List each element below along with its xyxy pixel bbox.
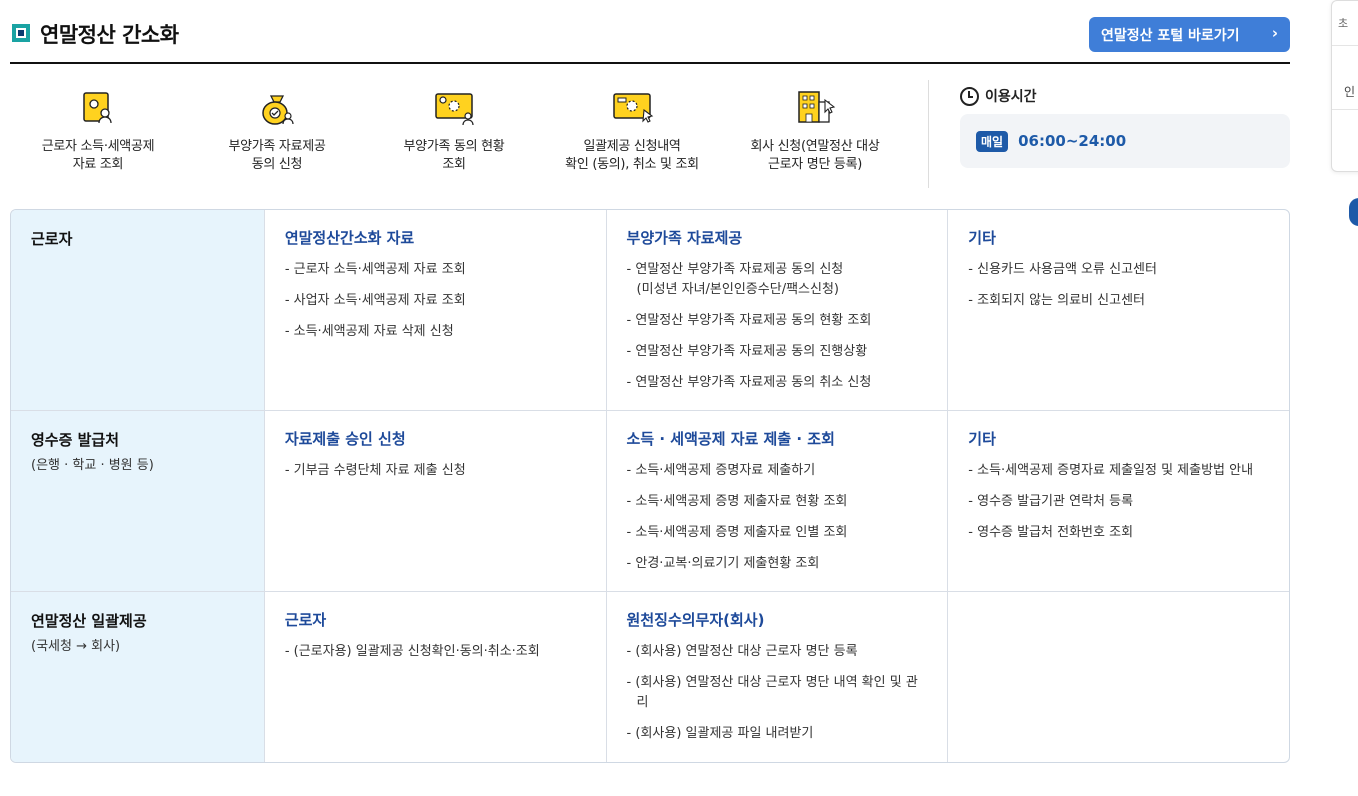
quick-item-label: 부양가족 자료제공 동의 신청 <box>228 139 326 172</box>
row-header-subtitle: (국세청 → 회사) <box>31 639 121 654</box>
table-cell: 소득 · 세액공제 자료 제출 · 조회 소득·세액공제 증명자료 제출하기 소… <box>605 411 948 591</box>
chevron-right-icon: › <box>1271 24 1278 42</box>
usage-time-box: 매일 06:00~24:00 <box>960 114 1290 168</box>
table-row-worker: 근로자 연말정산간소화 자료 근로자 소득·세액공제 자료 조회 사업자 소득·… <box>11 210 1289 411</box>
list-item-link[interactable]: 소득·세액공제 증명 제출자료 현황 조회 <box>627 492 928 512</box>
portal-button-label: 연말정산 포털 바로가기 <box>1101 27 1240 44</box>
cell-title: 기타 <box>968 430 996 448</box>
list-item-link[interactable]: 소득·세액공제 증명자료 제출하기 <box>627 461 928 481</box>
list-item-link[interactable]: 안경·교복·의료기기 제출현황 조회 <box>627 554 928 574</box>
list-item-link[interactable]: 연말정산 부양가족 자료제공 동의 진행상황 <box>627 342 928 362</box>
cell-title: 원천징수의무자(회사) <box>626 611 765 629</box>
floating-button[interactable] <box>1349 198 1358 226</box>
table-cell: 연말정산간소화 자료 근로자 소득·세액공제 자료 조회 사업자 소득·세액공제… <box>263 210 606 410</box>
table-cell: 근로자 (근로자용) 일괄제공 신청확인·동의·취소·조회 <box>263 592 606 762</box>
list-item-link[interactable]: (근로자용) 일괄제공 신청확인·동의·취소·조회 <box>285 642 586 662</box>
list-item-link[interactable]: 조회되지 않는 의료비 신고센터 <box>968 291 1269 311</box>
list-item-link[interactable]: 신용카드 사용금액 오류 신고센터 <box>968 260 1269 280</box>
cell-title: 부양가족 자료제공 <box>626 229 743 247</box>
quick-item-label: 근로자 소득·세액공제 자료 조회 <box>41 139 155 172</box>
cell-title: 연말정산간소화 자료 <box>284 229 415 247</box>
list-item-link[interactable]: 사업자 소득·세액공제 자료 조회 <box>285 291 586 311</box>
list-item-link[interactable]: (회사용) 연말정산 대상 근로자 명단 등록 <box>627 642 928 662</box>
building-icon <box>795 88 836 128</box>
table-row-bulk-provision: 연말정산 일괄제공 (국세청 → 회사) 근로자 (근로자용) 일괄제공 신청확… <box>11 592 1289 762</box>
page: 연말정산 간소화 연말정산 포털 바로가기 › 근로자 소득·세액공제 자료 조… <box>10 0 1290 763</box>
quick-menu: 근로자 소득·세액공제 자료 조회 부양가족 자료제공 동의 신청 부양가족 동… <box>10 64 1290 210</box>
quick-item-label: 회사 신청(연말정산 대상 근로자 명단 등록) <box>750 139 880 172</box>
table-cell: 기타 신용카드 사용금액 오류 신고센터 조회되지 않는 의료비 신고센터 <box>947 210 1289 410</box>
list-item-link[interactable]: 연말정산 부양가족 자료제공 동의 취소 신청 <box>627 373 928 393</box>
side-panel-fragment[interactable]: 초 인 <box>1331 0 1358 172</box>
money-bag-icon <box>257 88 297 128</box>
cell-title: 자료제출 승인 신청 <box>284 430 406 448</box>
cell-title: 기타 <box>968 229 996 247</box>
row-header-title: 근로자 <box>31 230 73 248</box>
quick-item-family-status[interactable]: 부양가족 동의 현황 조회 <box>374 88 534 174</box>
quick-item-bulk-provision[interactable]: 일괄제공 신청내역 확인 (동의), 취소 및 조회 <box>552 88 712 174</box>
title-square-icon <box>12 24 30 42</box>
row-header: 영수증 발급처 (은행 · 학교 · 병원 등) <box>11 411 264 591</box>
quick-item-label: 일괄제공 신청내역 확인 (동의), 취소 및 조회 <box>565 139 699 172</box>
monitor-cursor-icon <box>612 88 654 128</box>
monitor-family-icon <box>434 88 474 128</box>
table-cell: 원천징수의무자(회사) (회사용) 연말정산 대상 근로자 명단 등록 (회사용… <box>605 592 948 762</box>
page-title: 연말정산 간소화 <box>40 23 179 47</box>
document-person-icon <box>78 88 118 128</box>
row-header: 근로자 <box>11 210 264 410</box>
divider <box>1332 109 1358 110</box>
list-item-link[interactable]: (회사용) 연말정산 대상 근로자 명단 내역 확인 및 관리 <box>627 673 928 713</box>
list-item-link[interactable]: 연말정산 부양가족 자료제공 동의 신청 (미성년 자녀/본인인증수단/팩스신청… <box>627 260 928 300</box>
list-item-link[interactable]: (회사용) 일괄제공 파일 내려받기 <box>627 724 928 744</box>
usage-hours: 06:00~24:00 <box>1018 132 1127 150</box>
page-header: 연말정산 간소화 연말정산 포털 바로가기 › <box>10 0 1290 64</box>
table-cell-empty <box>947 592 1289 762</box>
cell-title: 근로자 <box>284 611 327 629</box>
divider <box>928 80 929 188</box>
list-item-link[interactable]: 근로자 소득·세액공제 자료 조회 <box>285 260 586 280</box>
list-item-link[interactable]: 소득·세액공제 증명자료 제출일정 및 제출방법 안내 <box>968 461 1269 481</box>
list-item-link[interactable]: 소득·세액공제 자료 삭제 신청 <box>285 322 586 342</box>
quick-item-label: 부양가족 동의 현황 조회 <box>403 139 505 172</box>
quick-item-company-apply[interactable]: 회사 신청(연말정산 대상 근로자 명단 등록) <box>730 88 900 174</box>
quick-item-deduction-lookup[interactable]: 근로자 소득·세액공제 자료 조회 <box>18 88 178 174</box>
side-panel-label: 초 <box>1338 17 1349 30</box>
usage-time-heading: 이용시간 <box>960 86 1037 106</box>
table-cell: 부양가족 자료제공 연말정산 부양가족 자료제공 동의 신청 (미성년 자녀/본… <box>605 210 948 410</box>
row-header-title: 연말정산 일괄제공 <box>31 612 147 630</box>
service-table: 근로자 연말정산간소화 자료 근로자 소득·세액공제 자료 조회 사업자 소득·… <box>10 209 1290 763</box>
list-item-link[interactable]: 영수증 발급처 전화번호 조회 <box>968 523 1269 543</box>
row-header-title: 영수증 발급처 <box>31 431 120 449</box>
daily-badge: 매일 <box>976 130 1009 152</box>
list-item-link[interactable]: 소득·세액공제 증명 제출자료 인별 조회 <box>627 523 928 543</box>
portal-shortcut-button[interactable]: 연말정산 포털 바로가기 › <box>1089 17 1290 52</box>
table-cell: 기타 소득·세액공제 증명자료 제출일정 및 제출방법 안내 영수증 발급기관 … <box>947 411 1289 591</box>
list-item-link[interactable]: 영수증 발급기관 연락처 등록 <box>968 492 1269 512</box>
row-header-subtitle: (은행 · 학교 · 병원 등) <box>31 458 154 473</box>
clock-icon <box>960 86 979 106</box>
list-item-link[interactable]: 기부금 수령단체 자료 제출 신청 <box>285 461 586 481</box>
quick-item-family-consent[interactable]: 부양가족 자료제공 동의 신청 <box>197 88 357 174</box>
cell-title: 소득 · 세액공제 자료 제출 · 조회 <box>626 430 835 448</box>
row-header: 연말정산 일괄제공 (국세청 → 회사) <box>11 592 264 762</box>
side-panel-label: 인 <box>1344 85 1356 99</box>
table-row-receipt-issuer: 영수증 발급처 (은행 · 학교 · 병원 등) 자료제출 승인 신청 기부금 … <box>11 411 1289 592</box>
list-item-link[interactable]: 연말정산 부양가족 자료제공 동의 현황 조회 <box>627 311 928 331</box>
usage-time-title: 이용시간 <box>985 89 1037 105</box>
table-cell: 자료제출 승인 신청 기부금 수령단체 자료 제출 신청 <box>263 411 606 591</box>
divider <box>1332 45 1358 46</box>
